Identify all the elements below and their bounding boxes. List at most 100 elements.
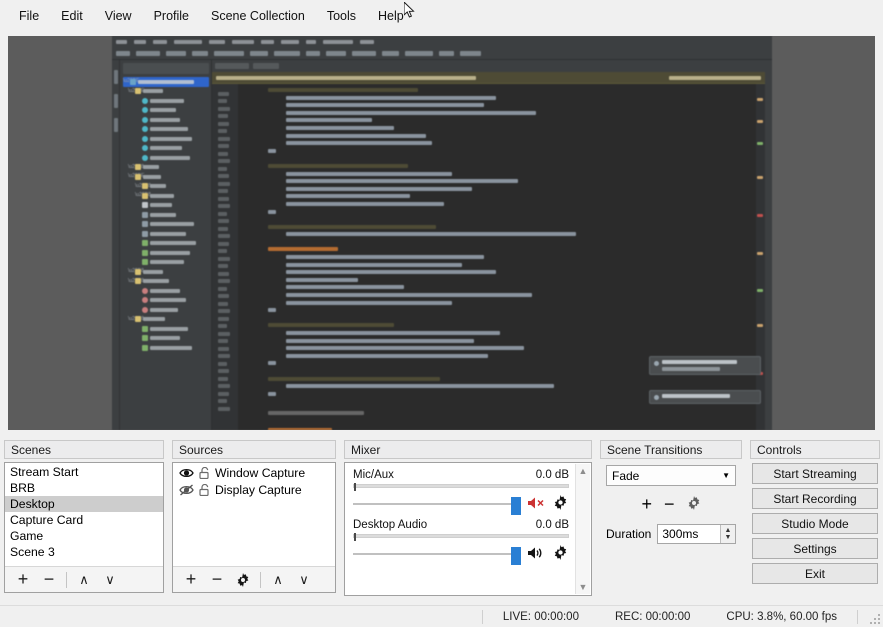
scenes-list[interactable]: Stream Start BRB Desktop Capture Card Ga…	[5, 463, 163, 566]
scroll-up-arrow-icon[interactable]: ▲	[579, 466, 588, 476]
stepper-down-icon[interactable]: ▼	[725, 534, 732, 541]
sources-dock-title: Sources	[172, 440, 336, 459]
sources-list[interactable]: Window Capture Display Capture	[173, 463, 335, 566]
add-transition-button[interactable]: +	[641, 494, 652, 515]
scene-transitions-dock-title: Scene Transitions	[600, 440, 742, 459]
mixer-scrollbar[interactable]: ▲ ▼	[575, 464, 590, 594]
move-scene-up-button[interactable]: ∧	[72, 569, 96, 591]
stepper-up-icon[interactable]: ▲	[725, 527, 732, 534]
eye-hidden-icon[interactable]	[179, 484, 194, 496]
source-item-window-capture[interactable]: Window Capture	[173, 464, 335, 481]
ide-line-numbers	[212, 84, 238, 430]
settings-button[interactable]: Settings	[752, 538, 878, 559]
menu-item-tools[interactable]: Tools	[316, 5, 367, 27]
toolbar-divider	[260, 572, 261, 588]
mixer-dock: Mixer Mic/Aux 0.0 dB	[344, 440, 592, 596]
add-scene-button[interactable]: +	[11, 569, 35, 591]
move-scene-down-button[interactable]: ∨	[98, 569, 122, 591]
mixer-panel: Mic/Aux 0.0 dB	[344, 462, 592, 596]
transition-properties-button[interactable]	[687, 496, 701, 513]
mixer-channel-settings-button[interactable]	[551, 545, 569, 563]
scenes-dock: Scenes Stream Start BRB Desktop Capture …	[4, 440, 164, 593]
duration-stepper[interactable]: ▲ ▼	[720, 525, 735, 543]
mixer-channel-name: Mic/Aux	[353, 469, 394, 481]
sources-toolbar: + − ∧ ∨	[173, 566, 335, 592]
toolbar-divider	[66, 572, 67, 588]
gear-icon[interactable]	[553, 495, 568, 510]
scene-item-brb[interactable]: BRB	[5, 480, 163, 496]
gear-icon[interactable]	[236, 573, 250, 587]
ide-left-tool-strip	[112, 60, 120, 430]
mute-toggle-button[interactable]	[527, 546, 545, 562]
status-cpu-fps: CPU: 3.8%, 60.00 fps	[708, 611, 855, 623]
scenes-dock-title: Scenes	[4, 440, 164, 459]
status-rec-time: REC: 00:00:00	[597, 611, 708, 623]
source-properties-button[interactable]	[231, 569, 255, 591]
ide-right-tool-strip	[765, 60, 772, 430]
menu-bar: File Edit View Profile Scene Collection …	[0, 0, 883, 32]
lock-open-icon[interactable]	[199, 484, 210, 496]
mixer-channel-level: 0.0 dB	[536, 519, 569, 531]
menu-item-profile[interactable]: Profile	[143, 5, 200, 27]
program-preview[interactable]: \u25BE \u25BE \u25B8 \u25BE \u25B8 \u25B…	[8, 36, 875, 430]
scene-item-desktop[interactable]: Desktop	[5, 496, 163, 512]
menu-item-scene-collection[interactable]: Scene Collection	[200, 5, 316, 27]
status-bar: LIVE: 00:00:00 REC: 00:00:00 CPU: 3.8%, …	[0, 605, 883, 627]
scenes-panel: Stream Start BRB Desktop Capture Card Ga…	[4, 462, 164, 593]
move-source-down-button[interactable]: ∨	[292, 569, 316, 591]
mixer-dock-title: Mixer	[344, 440, 592, 459]
menu-item-edit[interactable]: Edit	[50, 5, 94, 27]
exit-button[interactable]: Exit	[752, 563, 878, 584]
gear-icon[interactable]	[687, 496, 701, 510]
mixer-channel-mic-aux: Mic/Aux 0.0 dB	[353, 469, 569, 513]
captured-ide-window: \u25BE \u25BE \u25B8 \u25BE \u25B8 \u25B…	[112, 36, 772, 430]
transition-select[interactable]: Fade ▼	[606, 465, 736, 486]
eye-visible-icon[interactable]	[179, 467, 194, 479]
remove-transition-button[interactable]: −	[664, 494, 675, 515]
mute-toggle-button[interactable]	[527, 496, 545, 512]
ide-editor-tabs	[212, 60, 765, 72]
chevron-down-icon[interactable]: ▼	[722, 471, 730, 480]
duration-input[interactable]: 300ms ▲ ▼	[657, 524, 736, 544]
speaker-unmuted-icon[interactable]	[527, 546, 545, 560]
studio-mode-button[interactable]: Studio Mode	[752, 513, 878, 534]
source-label: Window Capture	[215, 466, 305, 480]
controls-dock: Controls Start Streaming Start Recording…	[750, 440, 880, 564]
menu-item-file[interactable]: File	[8, 5, 50, 27]
start-recording-button[interactable]: Start Recording	[752, 488, 878, 509]
speaker-muted-icon[interactable]	[527, 496, 545, 510]
scene-item-game[interactable]: Game	[5, 528, 163, 544]
scene-item-capture-card[interactable]: Capture Card	[5, 512, 163, 528]
gear-icon[interactable]	[553, 545, 568, 560]
lock-open-icon[interactable]	[199, 467, 210, 479]
remove-source-button[interactable]: −	[205, 569, 229, 591]
ide-tool-bar	[112, 47, 772, 60]
resize-grip-icon[interactable]	[866, 610, 880, 624]
mixer-channel-name: Desktop Audio	[353, 519, 427, 531]
mixer-volume-meter	[353, 484, 569, 488]
add-source-button[interactable]: +	[179, 569, 203, 591]
controls-dock-title: Controls	[750, 440, 880, 459]
scene-item-scene-3[interactable]: Scene 3	[5, 544, 163, 560]
ide-notification-remote-desktop[interactable]	[649, 390, 761, 404]
remove-scene-button[interactable]: −	[37, 569, 61, 591]
source-item-display-capture[interactable]: Display Capture	[173, 481, 335, 498]
start-streaming-button[interactable]: Start Streaming	[752, 463, 878, 484]
mixer-volume-slider[interactable]	[353, 546, 521, 562]
scroll-down-arrow-icon[interactable]: ▼	[579, 582, 588, 592]
ide-editor-notice-bar	[212, 72, 765, 84]
scene-transitions-panel: Fade ▼ + − Duration 300ms ▲	[600, 459, 742, 562]
mixer-volume-slider[interactable]	[353, 496, 521, 512]
duration-value: 300ms	[662, 527, 698, 541]
menu-item-view[interactable]: View	[94, 5, 143, 27]
ide-project-tree: \u25BE \u25BE \u25B8 \u25BE \u25B8 \u25B…	[120, 60, 212, 430]
controls-panel: Start Streaming Start Recording Studio M…	[750, 459, 880, 564]
scene-item-stream-start[interactable]: Stream Start	[5, 464, 163, 480]
move-source-up-button[interactable]: ∧	[266, 569, 290, 591]
mixer-channel-desktop-audio: Desktop Audio 0.0 dB	[353, 519, 569, 563]
ide-notification-plugin-updates[interactable]	[649, 356, 761, 375]
ide-code-editor	[212, 60, 765, 430]
mixer-channel-settings-button[interactable]	[551, 495, 569, 513]
duration-label: Duration	[606, 527, 651, 541]
status-divider	[482, 610, 483, 624]
